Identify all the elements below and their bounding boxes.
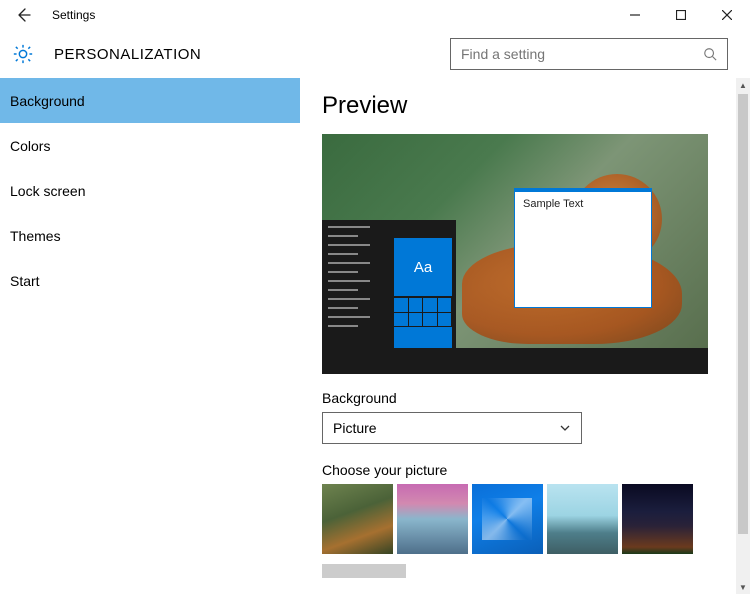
sample-window: Sample Text — [514, 188, 652, 308]
accent-tile-wide — [394, 327, 452, 348]
scroll-up-arrow-icon[interactable]: ▲ — [736, 78, 750, 92]
maximize-button[interactable] — [658, 0, 704, 30]
sidebar: Background Colors Lock screen Themes Sta… — [0, 78, 300, 594]
minimize-icon — [630, 10, 640, 20]
sidebar-item-lock-screen[interactable]: Lock screen — [0, 168, 300, 213]
search-input[interactable] — [461, 46, 703, 62]
taskbar-preview — [322, 348, 708, 374]
gear-icon — [12, 43, 34, 65]
sidebar-item-themes[interactable]: Themes — [0, 213, 300, 258]
thumb-venice-sunset[interactable] — [397, 484, 468, 554]
sidebar-item-label: Start — [10, 273, 40, 289]
header: PERSONALIZATION — [0, 30, 750, 78]
preview-pane: Aa Sample Text — [322, 134, 708, 374]
minimize-button[interactable] — [612, 0, 658, 30]
background-type-dropdown[interactable]: Picture — [322, 412, 582, 444]
sidebar-item-label: Background — [10, 93, 85, 109]
preview-heading: Preview — [322, 92, 728, 120]
close-icon — [722, 10, 732, 20]
sidebar-item-label: Lock screen — [10, 183, 85, 199]
thumb-windows-hero[interactable] — [472, 484, 543, 554]
sidebar-item-colors[interactable]: Colors — [0, 123, 300, 168]
thumb-beach-rock[interactable] — [547, 484, 618, 554]
accent-tile: Aa — [394, 238, 452, 296]
chevron-down-icon — [559, 422, 571, 434]
sidebar-item-label: Colors — [10, 138, 50, 154]
search-box[interactable] — [450, 38, 728, 70]
back-arrow-icon — [16, 7, 32, 23]
picture-thumbnails — [322, 484, 728, 554]
sidebar-item-background[interactable]: Background — [0, 78, 300, 123]
close-button[interactable] — [704, 0, 750, 30]
content: Preview Aa Sample Text — [300, 78, 750, 594]
search-icon — [703, 47, 717, 61]
window-title: Settings — [52, 8, 95, 22]
thumb-tiger[interactable] — [322, 484, 393, 554]
choose-picture-label: Choose your picture — [322, 462, 728, 478]
back-button[interactable] — [0, 0, 48, 30]
maximize-icon — [676, 10, 686, 20]
sidebar-item-start[interactable]: Start — [0, 258, 300, 303]
sample-window-text: Sample Text — [523, 198, 583, 210]
background-label: Background — [322, 390, 728, 406]
browse-button[interactable] — [322, 564, 406, 578]
scrollbar-thumb[interactable] — [738, 94, 748, 534]
category-title: PERSONALIZATION — [54, 46, 201, 63]
accent-tile-grid — [394, 298, 451, 326]
scroll-down-arrow-icon[interactable]: ▼ — [736, 580, 750, 594]
vertical-scrollbar[interactable]: ▲ ▼ — [736, 78, 750, 594]
dropdown-value: Picture — [333, 420, 377, 436]
thumb-night-sky[interactable] — [622, 484, 693, 554]
sidebar-item-label: Themes — [10, 228, 61, 244]
titlebar: Settings — [0, 0, 750, 30]
